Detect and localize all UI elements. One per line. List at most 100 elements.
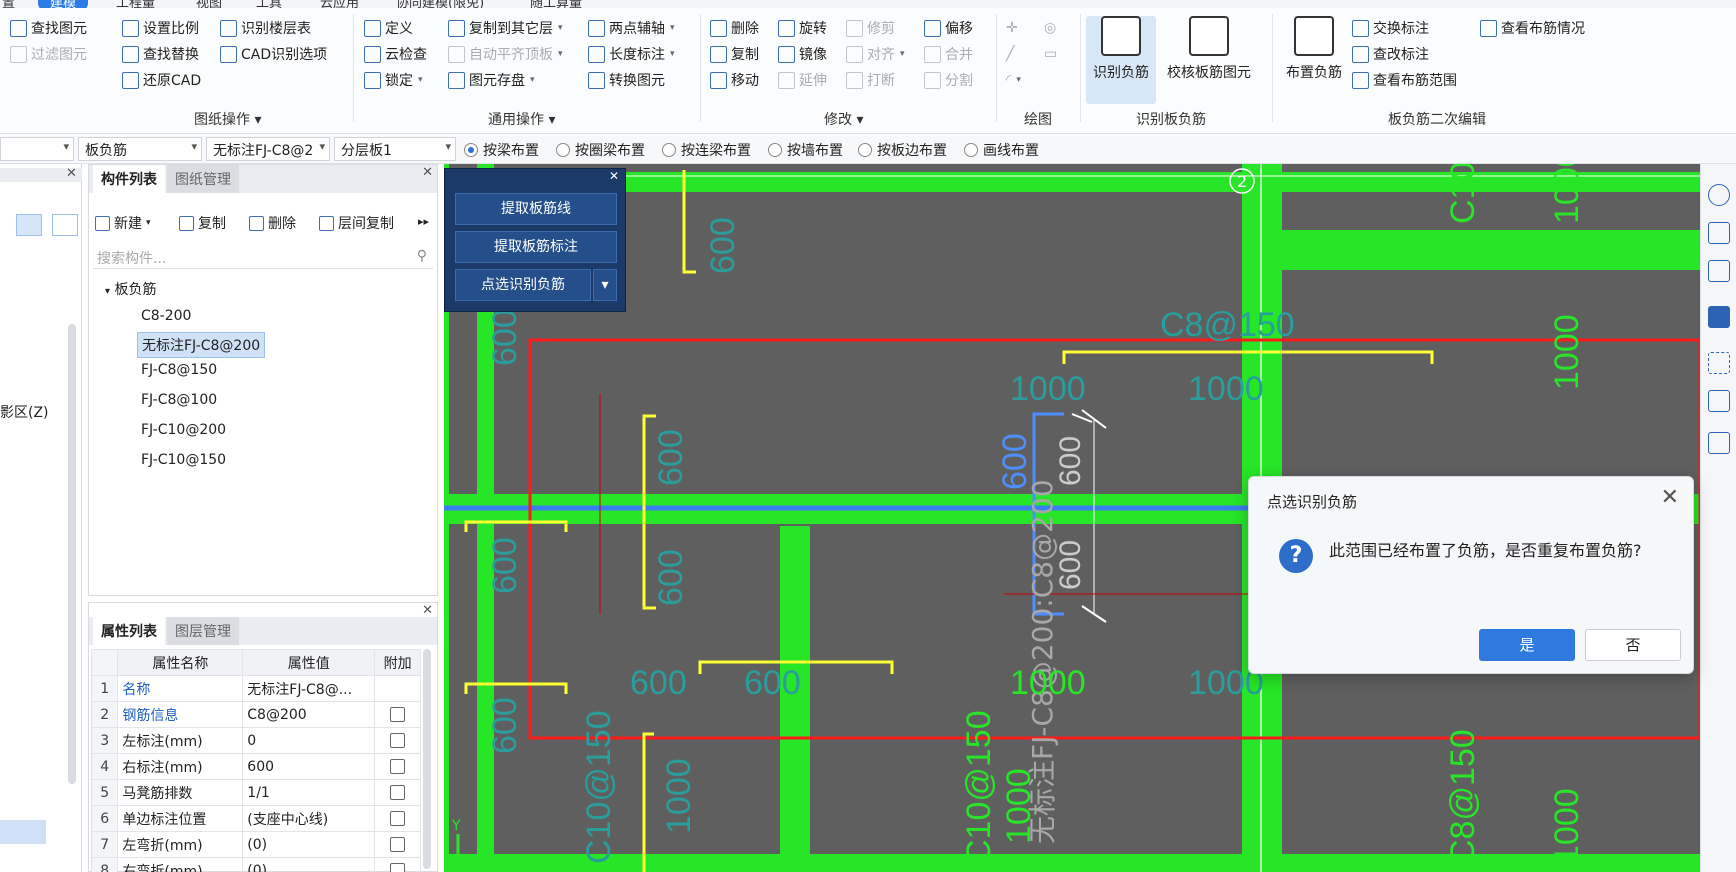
- attach-checkbox[interactable]: [390, 837, 406, 852]
- auto-align-top-button[interactable]: 自动平齐顶板 ▾: [448, 43, 563, 65]
- attach-checkbox[interactable]: [390, 759, 406, 774]
- no-button[interactable]: 否: [1585, 629, 1681, 661]
- menu-item-view[interactable]: 视图: [196, 0, 222, 8]
- selected-item[interactable]: [0, 820, 46, 844]
- group-modify[interactable]: 修改 ▾: [824, 109, 863, 129]
- detail-view-icon[interactable]: [52, 214, 78, 236]
- rebar-bracket[interactable]: [642, 732, 654, 872]
- property-value[interactable]: 无标注FJ-C8@...: [242, 675, 376, 702]
- property-value[interactable]: 600: [242, 753, 376, 780]
- extract-rebar-annotation-button[interactable]: 提取板筋标注: [455, 231, 617, 263]
- point-recognize-button[interactable]: 点选识别负筋: [455, 269, 591, 301]
- convert-element-button[interactable]: 转换图元: [588, 69, 665, 91]
- tab-drawing-management[interactable]: 图纸管理: [167, 165, 239, 193]
- search-icon[interactable]: ⚲: [417, 248, 427, 264]
- move-button[interactable]: 移动: [710, 69, 759, 91]
- menu-item-tools[interactable]: 工具: [256, 0, 282, 8]
- break-button[interactable]: 打断: [846, 69, 895, 91]
- attach-checkbox[interactable]: [390, 733, 406, 748]
- beam-bottom[interactable]: [444, 854, 1700, 872]
- property-value[interactable]: C8@200: [242, 701, 376, 728]
- save-element-button[interactable]: 图元存盘 ▾: [448, 69, 535, 91]
- attach-checkbox[interactable]: [390, 811, 406, 826]
- close-icon[interactable]: ✕: [422, 165, 433, 180]
- element-display-icon[interactable]: [1708, 390, 1730, 412]
- table-row[interactable]: 3 左标注(mm) 0: [90, 727, 421, 754]
- split-button[interactable]: 分割: [924, 69, 973, 91]
- table-row[interactable]: 2 钢筋信息 C8@200: [90, 701, 421, 728]
- component-type-dropdown[interactable]: 板负筋: [78, 137, 202, 161]
- point-recognize-dropdown[interactable]: ▾: [593, 269, 617, 301]
- draw-circle-button[interactable]: ◎: [1044, 17, 1056, 39]
- tree-item[interactable]: C8-200: [141, 308, 191, 324]
- property-value[interactable]: 0: [242, 727, 376, 754]
- lock-button[interactable]: 锁定 ▾: [364, 69, 423, 91]
- length-dimension-button[interactable]: 长度标注 ▾: [588, 43, 675, 65]
- close-icon[interactable]: ✕: [1661, 485, 1679, 510]
- tree-item[interactable]: FJ-C10@150: [141, 452, 226, 468]
- view-rebar-range-button[interactable]: 查看布筋范围: [1352, 69, 1457, 91]
- list-settings-icon[interactable]: [1708, 432, 1730, 454]
- group-drawing-ops[interactable]: 图纸操作 ▾: [194, 109, 261, 129]
- shadow-area-label[interactable]: 影区(Z): [0, 402, 49, 422]
- draw-rect-button[interactable]: ▭: [1044, 43, 1057, 65]
- draw-line-button[interactable]: ╱: [1006, 43, 1014, 65]
- table-row[interactable]: 5 马凳筋排数 1/1: [90, 779, 421, 806]
- region-select-icon[interactable]: [1708, 352, 1730, 374]
- attach-checkbox[interactable]: [390, 785, 406, 800]
- tab-property-list[interactable]: 属性列表: [93, 617, 165, 645]
- recognize-floor-table-button[interactable]: 识别楼层表: [220, 17, 311, 39]
- search-input[interactable]: 搜索构件... ⚲: [93, 245, 433, 269]
- radio-by-slab-edge[interactable]: 按板边布置: [858, 140, 947, 160]
- radio-draw-line[interactable]: 画线布置: [964, 140, 1039, 160]
- trim-button[interactable]: 修剪: [846, 17, 895, 39]
- layer-dropdown[interactable]: 分层板1: [334, 137, 456, 161]
- cloud-check-button[interactable]: 云检查: [364, 43, 427, 65]
- delete-button[interactable]: 删除: [710, 17, 759, 39]
- group-common-ops[interactable]: 通用操作 ▾: [488, 109, 555, 129]
- cad-options-button[interactable]: CAD识别选项: [220, 43, 327, 65]
- define-button[interactable]: 定义: [364, 17, 413, 39]
- new-button[interactable]: 新建 ▾: [95, 213, 151, 233]
- close-icon[interactable]: ✕: [66, 166, 77, 181]
- restore-cad-button[interactable]: 还原CAD: [122, 69, 201, 91]
- view-rebar-status-button[interactable]: 查看布筋情况: [1480, 17, 1585, 39]
- edit-annotation-button[interactable]: 查改标注: [1352, 43, 1429, 65]
- find-element-button[interactable]: 查找图元: [10, 17, 87, 39]
- attach-checkbox[interactable]: [390, 707, 406, 722]
- more-icon[interactable]: ▸▸: [418, 215, 429, 228]
- place-negative-rebar-button[interactable]: 布置负筋: [1280, 16, 1348, 104]
- tree-item[interactable]: FJ-C8@150: [141, 362, 217, 378]
- copy-component-button[interactable]: 复制: [179, 213, 226, 233]
- table-row[interactable]: 7 左弯折(mm) (0): [90, 831, 421, 858]
- menu-item-followup[interactable]: 随工算量: [530, 0, 582, 8]
- radio-by-beam[interactable]: 按梁布置: [464, 140, 539, 160]
- offset-button[interactable]: 偏移: [924, 17, 973, 39]
- check-slab-rebar-button[interactable]: 校核板筋图元: [1162, 16, 1256, 104]
- scrollbar[interactable]: [423, 649, 431, 869]
- copy-to-other-layer-button[interactable]: 复制到其它层 ▾: [448, 17, 563, 39]
- radio-by-ring-beam[interactable]: 按圈梁布置: [556, 140, 645, 160]
- beam-top[interactable]: [444, 172, 1700, 192]
- table-row[interactable]: 4 右标注(mm) 600: [90, 753, 421, 780]
- component-dropdown[interactable]: 无标注FJ-C8@2: [206, 137, 330, 161]
- close-icon[interactable]: ✕: [609, 169, 619, 183]
- set-scale-button[interactable]: 设置比例: [122, 17, 199, 39]
- tree-item[interactable]: FJ-C10@200: [141, 422, 226, 438]
- table-row[interactable]: 8 右弯折(mm) (0): [90, 857, 421, 872]
- tree-item-selected[interactable]: 无标注FJ-C8@200: [137, 332, 266, 358]
- draw-point-button[interactable]: ✛: [1006, 17, 1018, 39]
- tab-component-list[interactable]: 构件列表: [93, 165, 165, 193]
- close-icon[interactable]: ✕: [422, 603, 433, 618]
- find-replace-button[interactable]: 查找替换: [122, 43, 199, 65]
- property-value[interactable]: (0): [242, 857, 376, 872]
- filter-element-button[interactable]: 过滤图元: [10, 43, 87, 65]
- two-point-axis-button[interactable]: 两点辅轴 ▾: [588, 17, 675, 39]
- 3d-view-icon[interactable]: [1708, 222, 1730, 244]
- menu-item-modeling[interactable]: 建模: [38, 0, 89, 8]
- draw-arc-button[interactable]: ◜ ▾: [1006, 69, 1021, 91]
- beam-right-top[interactable]: [1282, 230, 1700, 270]
- menu-item-cloud[interactable]: 云应用: [320, 0, 359, 8]
- attach-checkbox[interactable]: [390, 863, 406, 872]
- tree-root[interactable]: ▾ 板负筋: [105, 279, 156, 299]
